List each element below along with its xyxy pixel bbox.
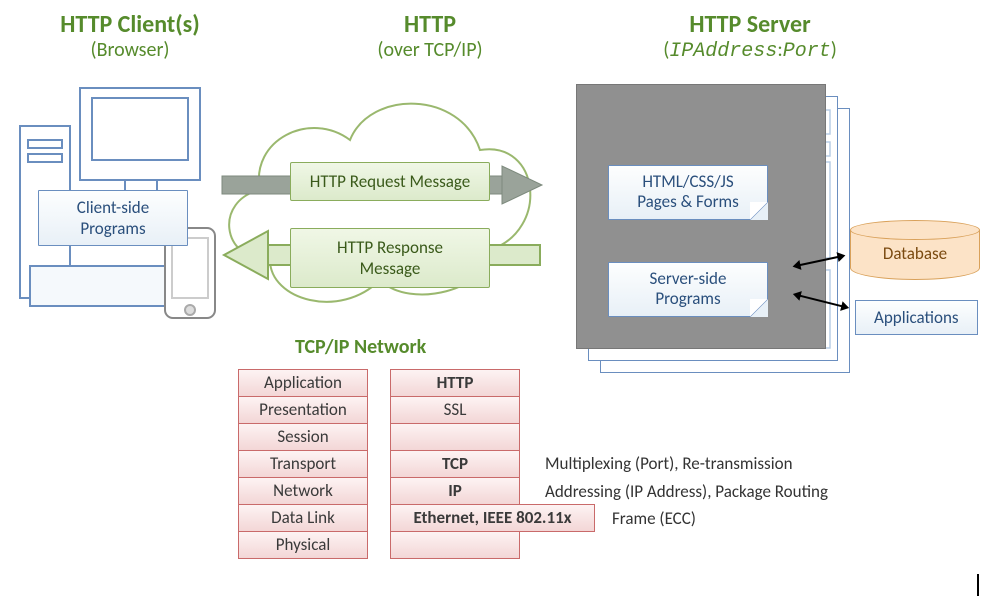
proto-http: HTTP (390, 369, 520, 397)
cursor-icon (977, 574, 979, 596)
http-subtitle: (over TCP/IP) (320, 38, 540, 62)
http-title: HTTP (320, 12, 540, 38)
proto-tcp: TCP (390, 450, 520, 478)
layer-network: Network (238, 477, 368, 505)
fold-corner-icon (750, 202, 768, 220)
proto-empty2 (390, 531, 520, 559)
layer-physical: Physical (238, 531, 368, 559)
server-pages-box: HTML/CSS/JS Pages & Forms (608, 165, 768, 220)
database-icon: Database (850, 230, 980, 290)
fold-corner-icon (750, 299, 768, 317)
proto-ethernet: Ethernet, IEEE 802.11x (390, 504, 595, 532)
note-transport: Multiplexing (Port), Re-transmission (545, 453, 793, 474)
protocol-column: HTTP SSL TCP IP Ethernet, IEEE 802.11x (390, 370, 520, 559)
client-title: HTTP Client(s) (20, 12, 240, 38)
client-subtitle: (Browser) (20, 38, 240, 62)
request-message-box: HTTP Request Message (290, 162, 490, 201)
tcpip-title: TCP/IP Network (295, 335, 426, 359)
note-network: Addressing (IP Address), Package Routing (545, 481, 828, 502)
server-subtitle: (IPAddress:Port) (620, 38, 880, 63)
server-programs-box: Server-side Programs (608, 262, 768, 317)
proto-empty1 (390, 423, 520, 451)
layer-session: Session (238, 423, 368, 451)
osi-layer-column: Application Presentation Session Transpo… (238, 370, 368, 559)
client-programs-box: Client-side Programs (38, 190, 188, 246)
applications-box: Applications (855, 300, 978, 335)
layer-presentation: Presentation (238, 396, 368, 424)
server-title: HTTP Server (620, 12, 880, 38)
response-message-box: HTTP Response Message (290, 228, 490, 288)
proto-ssl: SSL (390, 396, 520, 424)
layer-application: Application (238, 369, 368, 397)
note-datalink: Frame (ECC) (612, 508, 696, 529)
layer-datalink: Data Link (238, 504, 368, 532)
layer-transport: Transport (238, 450, 368, 478)
proto-ip: IP (390, 477, 520, 505)
